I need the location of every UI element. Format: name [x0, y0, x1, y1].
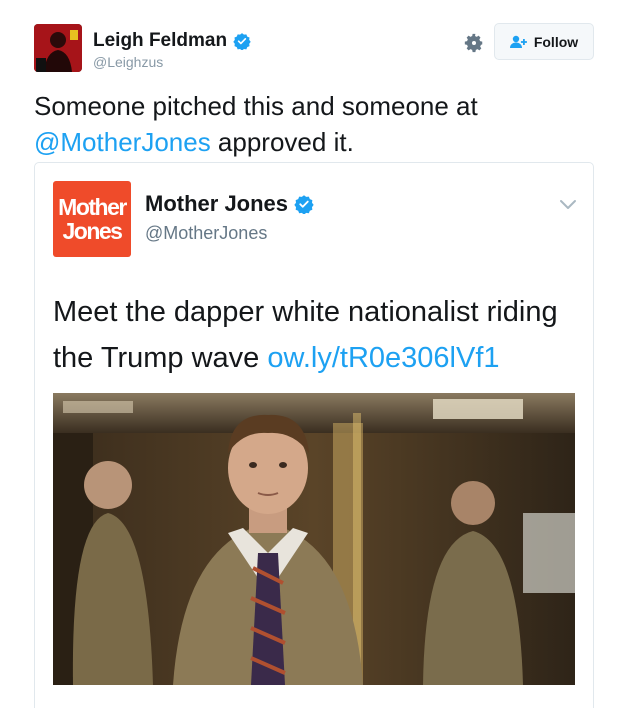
follow-person-plus-icon: [509, 35, 527, 48]
chevron-down-icon[interactable]: [559, 199, 577, 211]
tweet-card: Leigh Feldman @Leighzus Follow Someone p…: [0, 0, 634, 708]
tweet-text-start: Someone pitched this and someone at: [34, 91, 478, 121]
author-avatar[interactable]: [34, 24, 82, 72]
quoted-tweet-text: Meet the dapper white nationalist riding…: [53, 289, 583, 381]
verified-badge-icon: [233, 33, 251, 50]
settings-gear-icon[interactable]: [463, 32, 485, 54]
quoted-display-name[interactable]: Mother Jones: [145, 191, 314, 217]
quoted-handle[interactable]: @MotherJones: [145, 223, 314, 244]
quoted-tweet-photo[interactable]: [53, 393, 575, 685]
quoted-name-block: Mother Jones @MotherJones: [145, 191, 314, 244]
tweet-text: Someone pitched this and someone at @Mot…: [34, 88, 604, 160]
mother-jones-logo[interactable]: Mother Jones: [53, 181, 131, 257]
verified-badge-icon: [294, 195, 314, 214]
quoted-link[interactable]: ow.ly/tR0e306lVf1: [267, 342, 499, 374]
quoted-display-name-text: Mother Jones: [145, 191, 289, 216]
quoted-tweet-card[interactable]: Mother Jones Mother Jones @MotherJones M…: [34, 162, 594, 708]
logo-line-1: Mother: [58, 194, 127, 220]
mention-link[interactable]: @MotherJones: [34, 127, 211, 157]
author-handle[interactable]: @Leighzus: [93, 54, 251, 70]
tweet-text-end: approved it.: [210, 127, 354, 157]
author-display-name[interactable]: Leigh Feldman: [93, 30, 251, 52]
author-name-block: Leigh Feldman @Leighzus: [93, 30, 251, 70]
follow-button-label: Follow: [533, 33, 579, 50]
follow-button[interactable]: Follow: [494, 23, 594, 60]
author-display-name-text: Leigh Feldman: [93, 30, 228, 51]
logo-line-2: Jones: [62, 218, 123, 244]
photo-illustration: [53, 393, 575, 685]
